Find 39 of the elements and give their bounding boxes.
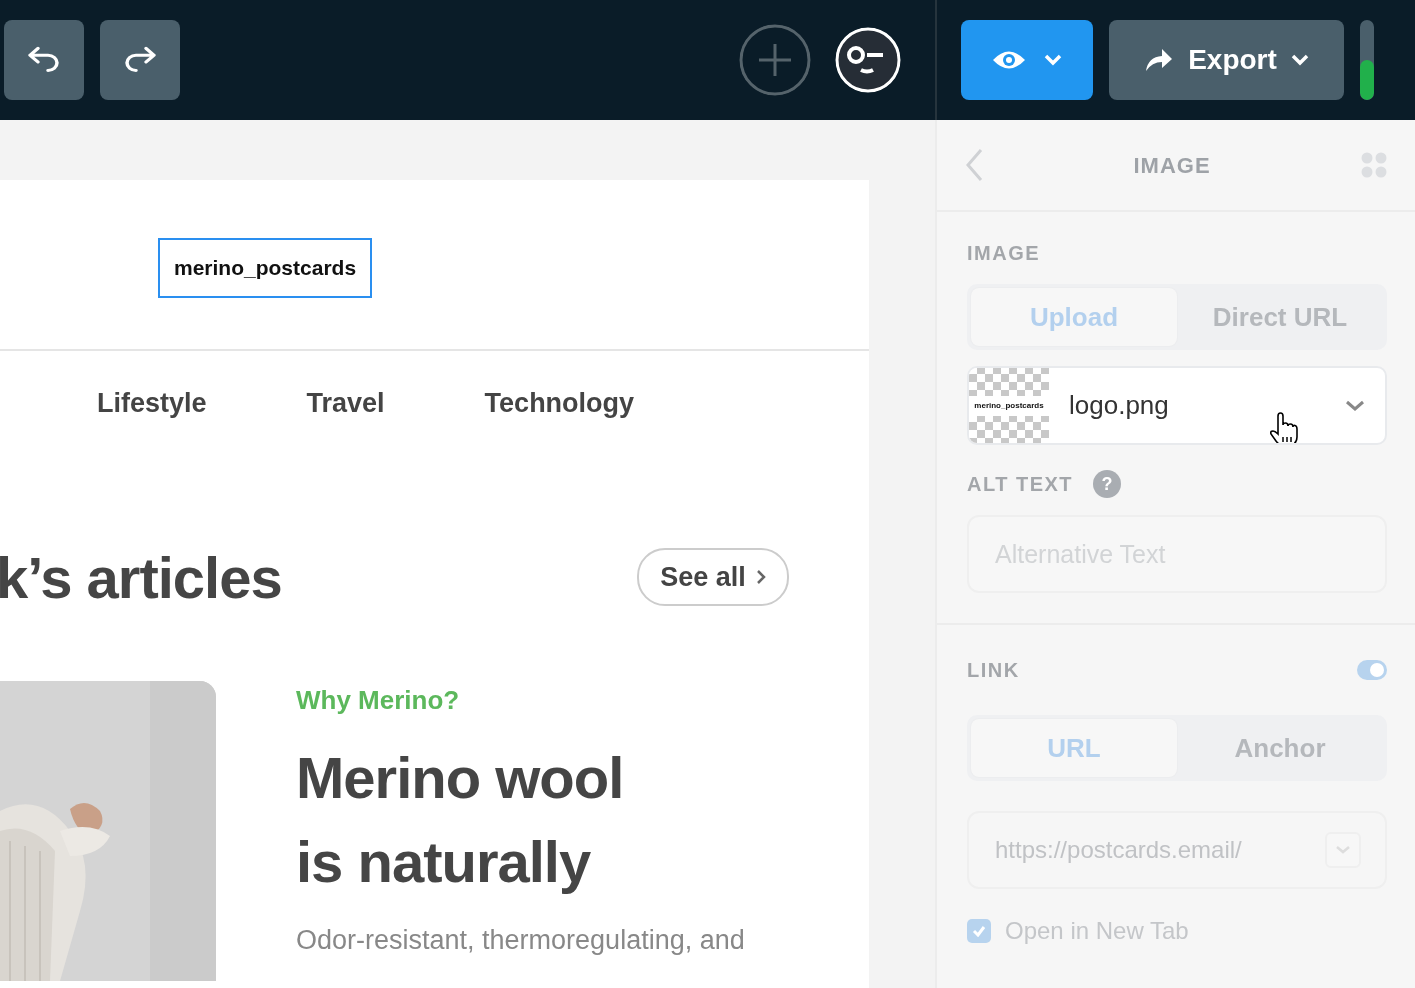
field-label: ALT TEXT [967,472,1074,497]
chevron-icon [1044,54,1062,66]
logo-text[interactable]: merino_postcards [158,238,373,298]
segment-tab[interactable]: Anchor [1177,719,1383,777]
chevron-icon [1290,54,1309,66]
help-icon[interactable]: ? [1093,470,1122,498]
export-button[interactable]: Export [1109,20,1344,100]
redo-button[interactable] [100,20,180,100]
section-heading: k’s articles [0,543,282,612]
chevron-icon [1345,399,1365,412]
share-arrow-icon [1144,47,1175,73]
avatar-icon[interactable] [835,27,901,93]
section-label: IMAGE [967,241,1042,266]
link-toggle[interactable] [1357,660,1387,680]
segment-tab[interactable]: Direct URL [1177,288,1383,346]
nav-link[interactable]: Lifestyle [97,383,207,424]
add-icon[interactable] [739,24,811,96]
check-icon [972,925,986,937]
article-title: Merino wool is naturally [296,743,625,896]
nav-link[interactable]: Travel [306,383,385,424]
checkbox[interactable] [967,919,991,943]
article-excerpt: Odor-resistant, thermoregulating, and [296,923,745,957]
panel-title: IMAGE [1132,151,1212,180]
hand-cursor-icon [1269,412,1299,443]
article-category[interactable]: Why Merino? [296,680,745,720]
chevron-icon [1335,845,1351,855]
file-select[interactable]: merino_postcards logo.png [967,366,1387,445]
image-thumbnail: merino_postcards [969,368,1049,443]
undo-icon [26,45,62,75]
redo-icon [122,45,158,75]
eye-icon [992,49,1026,71]
undo-button[interactable] [4,20,84,100]
segment-tab[interactable]: Upload [971,288,1177,346]
preview-button[interactable] [961,20,1093,100]
see-all-button[interactable]: See all [637,548,789,606]
chevron-icon [755,569,766,585]
section-label: LINK [967,658,1020,683]
nav-link[interactable]: Technology [484,383,635,424]
segment-tab[interactable]: URL [971,719,1177,777]
